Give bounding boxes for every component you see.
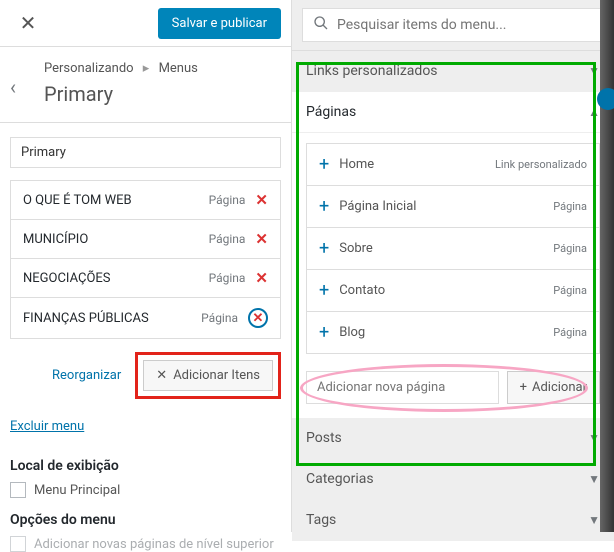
edit-shortcut-icon[interactable] [597, 88, 614, 110]
page-type: Página [553, 326, 587, 339]
menu-item-type: Página [209, 232, 246, 246]
page-type: Página [553, 284, 587, 297]
menu-item[interactable]: MUNICÍPIO Página ✕ [10, 219, 281, 259]
add-new-page-row: + Adicionar [306, 371, 600, 404]
highlight-red-box: ✕ Adicionar Itens [135, 352, 281, 399]
available-page-row[interactable]: + Página Inicial Página [306, 185, 600, 228]
available-page-row[interactable]: + Contato Página [306, 269, 600, 312]
page-type: Página [553, 200, 587, 213]
reorganize-row: Reorganizar ✕ Adicionar Itens [10, 352, 281, 399]
menu-item-title: MUNICÍPIO [23, 232, 88, 247]
available-page-row[interactable]: + Blog Página [306, 311, 600, 354]
accordion-title: Páginas [306, 104, 356, 120]
menu-options-note: Adicionar novas páginas de nível superio… [34, 537, 274, 552]
remove-item-icon[interactable]: ✕ [255, 230, 268, 248]
plus-icon: + [319, 196, 329, 217]
plus-icon: + [319, 322, 329, 343]
display-location-heading: Local de exibição [10, 458, 281, 474]
menu-item-type: Página [201, 311, 238, 325]
display-location-option[interactable]: Menu Principal [10, 482, 281, 498]
back-chevron-icon[interactable]: ‹ [10, 75, 16, 99]
menu-name-input[interactable] [10, 137, 281, 168]
menu-item-title: FINANÇAS PÚBLICAS [23, 311, 149, 326]
search-icon [313, 15, 329, 35]
close-icon: ✕ [156, 368, 167, 383]
chevron-down-icon: ▼ [588, 64, 600, 78]
page-title: Página Inicial [339, 199, 416, 214]
breadcrumb: Personalizando ▸ Menus [44, 61, 275, 76]
accordion-title: Categorias [306, 471, 374, 487]
menu-item[interactable]: O QUE É TOM WEB Página ✕ [10, 180, 281, 220]
menu-item-title: O QUE É TOM WEB [23, 193, 132, 208]
breadcrumb-root: Personalizando [44, 61, 134, 76]
remove-item-icon[interactable]: ✕ [255, 191, 268, 209]
plus-icon: + [319, 280, 329, 301]
menu-options-heading: Opções do menu [10, 512, 281, 528]
page-type: Página [553, 242, 587, 255]
plus-icon: + [520, 380, 527, 395]
menu-item-title: NEGOCIAÇÕES [23, 271, 111, 286]
page-title: Sobre [339, 241, 373, 256]
delete-menu-link[interactable]: Excluir menu [10, 419, 84, 434]
accordion-header-posts[interactable]: Posts ▼ [292, 418, 614, 459]
remove-item-icon[interactable]: ✕ [255, 269, 268, 287]
page-title: Blog [339, 325, 365, 340]
chevron-up-icon: ▲ [588, 105, 600, 119]
add-new-label: Adicionar [532, 380, 587, 395]
page-title: Contato [339, 283, 385, 298]
add-new-page-input[interactable] [306, 371, 499, 404]
menu-options-row[interactable]: Adicionar novas páginas de nível superio… [10, 536, 281, 552]
chevron-down-icon: ▼ [588, 431, 600, 445]
search-box[interactable] [302, 8, 604, 42]
topbar: ✕ Salvar e publicar [0, 0, 291, 47]
save-publish-button[interactable]: Salvar e publicar [158, 8, 281, 39]
menu-items-list: O QUE É TOM WEB Página ✕ MUNICÍPIO Págin… [10, 180, 281, 339]
search-input[interactable] [337, 17, 593, 33]
page-title: Primary [44, 82, 275, 106]
accordion-body-pages: + Home Link personalizado + Página Inicial… [292, 133, 614, 418]
checkbox[interactable] [10, 536, 26, 552]
customizer-left-panel: ✕ Salvar e publicar ‹ Personalizando ▸ M… [0, 0, 292, 532]
add-items-label: Adicionar Itens [173, 368, 260, 383]
menu-item-type: Página [209, 271, 246, 285]
search-wrap [292, 0, 614, 50]
chevron-down-icon: ▼ [588, 513, 600, 527]
reorganize-link[interactable]: Reorganizar [52, 368, 121, 383]
accordion-title: Links personalizados [306, 63, 438, 79]
accordion-title: Posts [306, 430, 342, 446]
add-new-page-button[interactable]: + Adicionar [507, 371, 600, 404]
remove-item-icon[interactable]: ✕ [248, 308, 268, 328]
accordion-header-pages[interactable]: Páginas ▲ [292, 92, 614, 133]
accordion-header-tags[interactable]: Tags ▼ [292, 500, 614, 541]
accordion-header-categories[interactable]: Categorias ▼ [292, 459, 614, 500]
menu-item[interactable]: FINANÇAS PÚBLICAS Página ✕ [10, 297, 281, 339]
preview-edge [600, 0, 614, 532]
accordion-header-links[interactable]: Links personalizados ▼ [292, 51, 614, 92]
available-page-row[interactable]: + Home Link personalizado [306, 143, 600, 186]
available-items-panel: Links personalizados ▼ Páginas ▲ + Home L… [292, 0, 614, 532]
chevron-down-icon: ▼ [588, 472, 600, 486]
plus-icon: + [319, 238, 329, 259]
page-type: Link personalizado [495, 158, 587, 171]
accordion: Links personalizados ▼ Páginas ▲ + Home L… [292, 50, 614, 541]
breadcrumb-section[interactable]: Menus [159, 61, 198, 76]
checkbox[interactable] [10, 482, 26, 498]
page-title: Home [339, 157, 374, 172]
breadcrumb-area: ‹ Personalizando ▸ Menus Primary [0, 47, 291, 123]
close-icon[interactable]: ✕ [10, 5, 46, 41]
add-items-button[interactable]: ✕ Adicionar Itens [143, 360, 273, 391]
plus-icon: + [319, 154, 329, 175]
menu-item[interactable]: NEGOCIAÇÕES Página ✕ [10, 258, 281, 298]
accordion-title: Tags [306, 512, 336, 528]
available-page-row[interactable]: + Sobre Página [306, 227, 600, 270]
checkbox-label: Menu Principal [34, 483, 120, 498]
menu-item-type: Página [209, 193, 246, 207]
breadcrumb-separator: ▸ [143, 61, 150, 76]
